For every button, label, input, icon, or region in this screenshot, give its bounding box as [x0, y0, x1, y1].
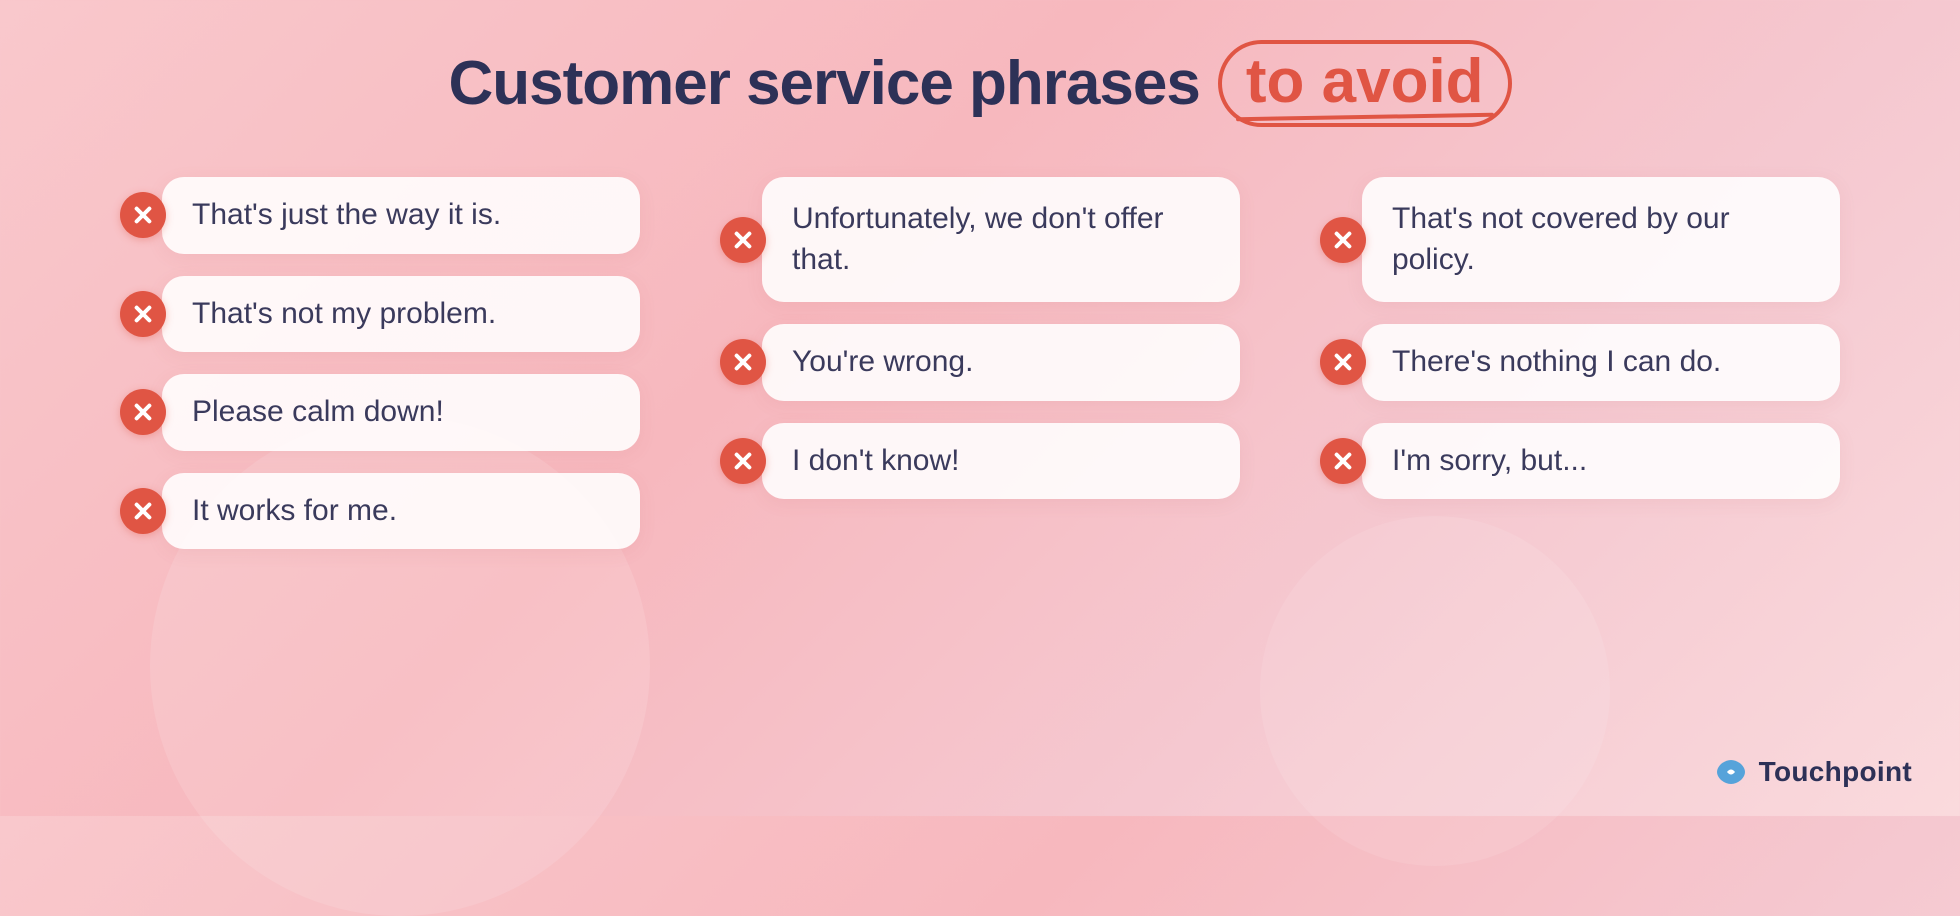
- x-icon: [120, 192, 166, 238]
- phrase-item: That's just the way it is.: [120, 177, 640, 254]
- phrases-columns: That's just the way it is. That's not my…: [60, 177, 1900, 549]
- phrase-item: Please calm down!: [120, 374, 640, 451]
- x-icon: [1320, 438, 1366, 484]
- phrase-item: That's not covered by our policy.: [1320, 177, 1840, 302]
- x-icon: [120, 389, 166, 435]
- x-icon: [1320, 339, 1366, 385]
- column-3: That's not covered by our policy. There'…: [1320, 177, 1840, 499]
- header-highlight: to avoid: [1218, 40, 1512, 127]
- x-icon: [120, 488, 166, 534]
- phrase-bubble: That's not covered by our policy.: [1362, 177, 1840, 302]
- phrase-item: I'm sorry, but...: [1320, 423, 1840, 500]
- header-title: Customer service phrases: [448, 48, 1199, 119]
- phrase-bubble: Please calm down!: [162, 374, 640, 451]
- branding: Touchpoint: [1713, 754, 1912, 790]
- phrase-item: It works for me.: [120, 473, 640, 550]
- x-icon: [720, 438, 766, 484]
- phrase-bubble: That's just the way it is.: [162, 177, 640, 254]
- brand-name: Touchpoint: [1759, 756, 1912, 788]
- page-header: Customer service phrases to avoid: [448, 40, 1511, 127]
- phrase-item: There's nothing I can do.: [1320, 324, 1840, 401]
- phrase-bubble: It works for me.: [162, 473, 640, 550]
- phrase-item: That's not my problem.: [120, 276, 640, 353]
- column-2: Unfortunately, we don't offer that. You'…: [720, 177, 1240, 499]
- phrase-item: I don't know!: [720, 423, 1240, 500]
- x-icon: [1320, 217, 1366, 263]
- phrase-bubble: I'm sorry, but...: [1362, 423, 1840, 500]
- phrase-item: Unfortunately, we don't offer that.: [720, 177, 1240, 302]
- x-icon: [720, 217, 766, 263]
- phrase-bubble: That's not my problem.: [162, 276, 640, 353]
- column-1: That's just the way it is. That's not my…: [120, 177, 640, 549]
- phrase-bubble: You're wrong.: [762, 324, 1240, 401]
- touchpoint-logo-icon: [1713, 754, 1749, 790]
- x-icon: [720, 339, 766, 385]
- phrase-bubble: Unfortunately, we don't offer that.: [762, 177, 1240, 302]
- phrase-item: You're wrong.: [720, 324, 1240, 401]
- x-icon: [120, 291, 166, 337]
- phrase-bubble: I don't know!: [762, 423, 1240, 500]
- page-container: Customer service phrases to avoid That's…: [0, 0, 1960, 816]
- phrase-bubble: There's nothing I can do.: [1362, 324, 1840, 401]
